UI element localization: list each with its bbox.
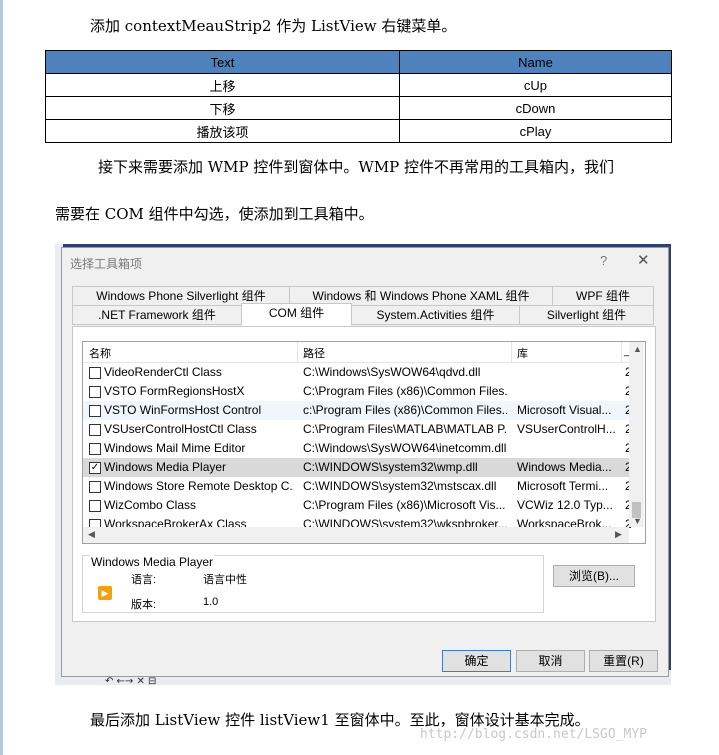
item-name: Windows Media Player (104, 460, 227, 474)
tab-silverlight[interactable]: Silverlight 组件 (519, 305, 654, 325)
body-paragraph-line1: 接下来需要添加 WMP 控件到窗体中。WMP 控件不再常用的工具箱内，我们 (98, 158, 615, 176)
list-item[interactable]: Windows Mail Mime Editor C:\Windows\SysW… (83, 439, 631, 458)
reset-button[interactable]: 重置(R) (589, 650, 658, 672)
checkbox[interactable] (89, 500, 101, 512)
browse-button[interactable]: 浏览(B)... (553, 565, 635, 587)
item-library: Windows Media... (517, 460, 612, 474)
column-divider[interactable] (297, 342, 298, 362)
column-header-library[interactable]: 库 (517, 345, 528, 361)
close-icon[interactable]: ✕ (637, 251, 650, 269)
list-item-selected[interactable]: ✓ Windows Media Player C:\WINDOWS\system… (83, 458, 631, 477)
item-name: VideoRenderCtl Class (104, 365, 222, 379)
scroll-down-icon[interactable]: ▼ (633, 516, 642, 526)
language-value: 语言中性 (203, 574, 247, 586)
item-name: WizCombo Class (104, 498, 197, 512)
item-name: Windows Mail Mime Editor (104, 441, 246, 455)
intro-paragraph: 添加 contextMeauStrip2 作为 ListView 右键菜单。 (90, 17, 457, 35)
table-cell: cPlay (398, 119, 673, 143)
table-row: 播放该项 cPlay (45, 119, 673, 143)
components-list[interactable]: 名称 路径 库 _ VideoRenderCtl Class C:\Window… (82, 341, 646, 544)
checkbox[interactable] (89, 424, 101, 436)
item-name: Windows Store Remote Desktop C... (104, 479, 294, 493)
list-item[interactable]: VSTO WinFormsHost Control c:\Program Fil… (83, 401, 631, 420)
ide-toolbar-glyphs: ↶ ←→ ✕ ⊟ (105, 676, 157, 685)
checkbox[interactable] (89, 367, 101, 379)
table-row: 下移 cDown (45, 96, 673, 120)
column-divider[interactable] (511, 342, 512, 362)
dialog-title: 选择工具箱项 (70, 257, 143, 271)
column-header-path[interactable]: 路径 (303, 345, 325, 361)
table-cell: cDown (398, 96, 673, 120)
list-item[interactable]: WizCombo Class C:\Program Files (x86)\Mi… (83, 496, 631, 515)
item-path: C:\Program Files (x86)\Common Files... (303, 384, 507, 398)
item-library: Microsoft Visual... (517, 403, 612, 417)
item-path: C:\Program Files\MATLAB\MATLAB P... (303, 422, 507, 436)
com-components-panel: 名称 路径 库 _ VideoRenderCtl Class C:\Window… (72, 326, 656, 622)
version-label: 版本: (131, 599, 157, 611)
details-title: Windows Media Player (90, 555, 215, 569)
item-path: C:\Windows\SysWOW64\inetcomm.dll (303, 441, 507, 455)
item-path: C:\Windows\SysWOW64\qdvd.dll (303, 365, 481, 379)
checkbox-checked[interactable]: ✓ (89, 462, 101, 474)
checkbox[interactable] (89, 405, 101, 417)
item-library: VCWiz 12.0 Typ... (517, 498, 613, 512)
horizontal-scrollbar[interactable]: ◀ ▶ (83, 527, 629, 543)
watermark: http://blog.csdn.net/LSGO_MYP (420, 727, 647, 742)
list-item[interactable]: VSUserControlHostCtl Class C:\Program Fi… (83, 420, 631, 439)
table-row: 上移 cUp (45, 73, 673, 97)
item-library: Microsoft Termi... (517, 479, 609, 493)
table-cell: 上移 (45, 73, 400, 97)
scroll-right-icon[interactable]: ▶ (615, 529, 622, 540)
tab-wpf[interactable]: WPF 组件 (552, 286, 654, 306)
vertical-scrollbar[interactable]: ▲ ▼ (629, 342, 644, 527)
tab-com-components[interactable]: COM 组件 (241, 303, 352, 326)
item-path: c:\Program Files (x86)\Common Files... (303, 403, 507, 417)
tab-system-activities[interactable]: System.Activities 组件 (351, 305, 520, 325)
table-cell: 播放该项 (45, 119, 400, 143)
component-details-group: Windows Media Player ▶ 语言: 语言中性 版本: 1.0 (82, 555, 544, 613)
item-name: VSTO WinFormsHost Control (104, 403, 262, 417)
list-item[interactable]: VideoRenderCtl Class C:\Windows\SysWOW64… (83, 363, 631, 382)
tab-net-framework[interactable]: .NET Framework 组件 (72, 305, 242, 325)
item-path: C:\Program Files (x86)\Microsoft Vis... (303, 498, 506, 512)
embedded-screenshot: ↶ ←→ ✕ ⊟ 选择工具箱项 ? ✕ Windows Phone Silver… (55, 244, 671, 685)
version-value: 1.0 (203, 596, 219, 608)
choose-toolbox-items-dialog: 选择工具箱项 ? ✕ Windows Phone Silverlight 组件 … (61, 247, 669, 677)
table-header-text: Text (45, 50, 400, 74)
scroll-left-icon[interactable]: ◀ (88, 529, 95, 540)
item-path: C:\WINDOWS\system32\mstscax.dll (303, 479, 497, 493)
ok-button[interactable]: 确定 (442, 650, 511, 672)
table-cell: 下移 (45, 96, 400, 120)
checkbox[interactable] (89, 386, 101, 398)
list-item[interactable]: VSTO FormRegionsHostX C:\Program Files (… (83, 382, 631, 401)
scroll-up-icon[interactable]: ▲ (633, 344, 642, 354)
table-header-name: Name (398, 50, 673, 74)
item-path: C:\WINDOWS\system32\wmp.dll (303, 460, 478, 474)
menu-items-table: Text Name 上移 cUp 下移 cDown 播放该项 cPlay (45, 50, 673, 143)
checkbox[interactable] (89, 481, 101, 493)
table-cell: cUp (398, 73, 673, 97)
item-name: VSTO FormRegionsHostX (104, 384, 245, 398)
help-icon[interactable]: ? (600, 253, 607, 268)
list-item[interactable]: Windows Store Remote Desktop C... C:\WIN… (83, 477, 631, 496)
body-paragraph-line2: 需要在 COM 组件中勾选，使添加到工具箱中。 (55, 205, 374, 223)
cancel-button[interactable]: 取消 (516, 650, 585, 672)
table-header-row: Text Name (45, 50, 673, 74)
checkbox[interactable] (89, 443, 101, 455)
page-border (0, 0, 3, 755)
item-library: VSUserControlH... (517, 422, 616, 436)
language-label: 语言: (131, 574, 157, 586)
column-divider[interactable] (621, 342, 622, 362)
column-header-name[interactable]: 名称 (89, 345, 111, 361)
list-header: 名称 路径 库 _ (83, 342, 630, 363)
wmp-play-icon: ▶ (98, 586, 112, 600)
item-name: VSUserControlHostCtl Class (104, 422, 257, 436)
